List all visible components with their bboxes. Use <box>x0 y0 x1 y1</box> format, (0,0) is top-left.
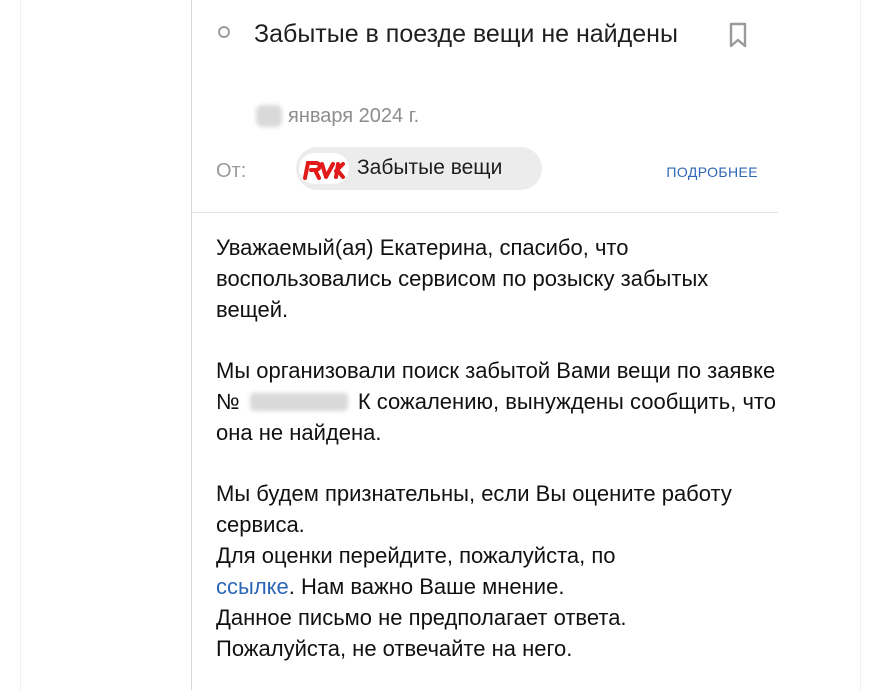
email-body: Уважаемый(ая) Екатерина, спасибо, что во… <box>216 232 776 664</box>
feedback-line-1: Мы будем признательны, если Вы оцените р… <box>216 481 732 537</box>
email-subject: Забытые в поезде вещи не найдены <box>254 20 678 48</box>
rzd-logo-icon <box>299 153 349 184</box>
redacted-day <box>256 105 282 127</box>
email-date-text: января 2024 г. <box>288 105 420 127</box>
feedback-line-5: Пожалуйста, не отвечайте на него. <box>216 636 573 661</box>
redacted-request-number <box>249 393 348 411</box>
from-label: От: <box>216 160 247 182</box>
feedback-line-2: Для оценки перейдите, пожалуйста, по <box>216 543 616 568</box>
feedback-link[interactable]: ссылке <box>216 574 289 599</box>
body-paragraph-search-result: Мы организовали поиск забытой Вами вещи … <box>216 355 776 448</box>
header-separator <box>192 212 778 213</box>
page-edge-left <box>20 0 21 690</box>
email-date: января 2024 г. <box>256 102 419 130</box>
details-link[interactable]: ПОДРОБНЕЕ <box>666 163 758 181</box>
unread-status-icon[interactable] <box>218 26 230 38</box>
feedback-line-4: Данное письмо не предполагает ответа. <box>216 605 627 630</box>
email-header: Забытые в поезде вещи не найдены января … <box>192 0 778 214</box>
sender-name: Забытые вещи <box>357 156 503 179</box>
body-paragraph-greeting: Уважаемый(ая) Екатерина, спасибо, что во… <box>216 235 709 322</box>
page-edge-right <box>860 0 861 690</box>
sender-chip[interactable]: Забытые вещи <box>296 147 542 190</box>
bookmark-icon[interactable] <box>728 22 748 48</box>
body-paragraph-feedback: Мы будем признательны, если Вы оцените р… <box>216 478 776 664</box>
feedback-line-3-rest: . Нам важно Ваше мнение. <box>288 574 565 599</box>
